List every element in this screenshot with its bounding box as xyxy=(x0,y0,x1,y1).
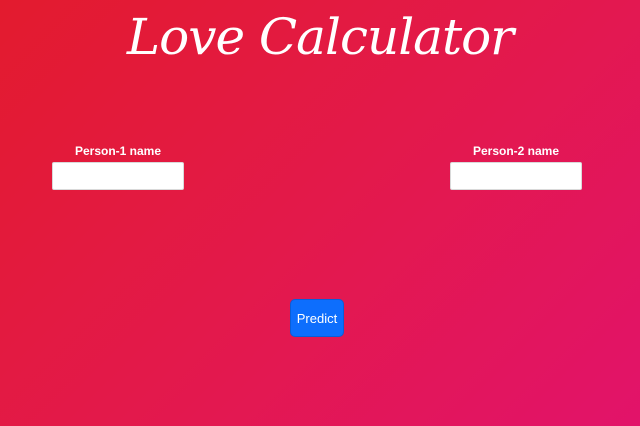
page-title: Love Calculator xyxy=(126,8,514,66)
person-2-name-input[interactable] xyxy=(450,162,582,190)
person-1-field: Person-1 name xyxy=(52,144,184,190)
person-2-label: Person-2 name xyxy=(472,144,560,158)
person-1-label: Person-1 name xyxy=(74,144,162,158)
person-2-field: Person-2 name xyxy=(450,144,582,190)
predict-button[interactable]: Predict xyxy=(290,299,344,337)
person-1-name-input[interactable] xyxy=(52,162,184,190)
